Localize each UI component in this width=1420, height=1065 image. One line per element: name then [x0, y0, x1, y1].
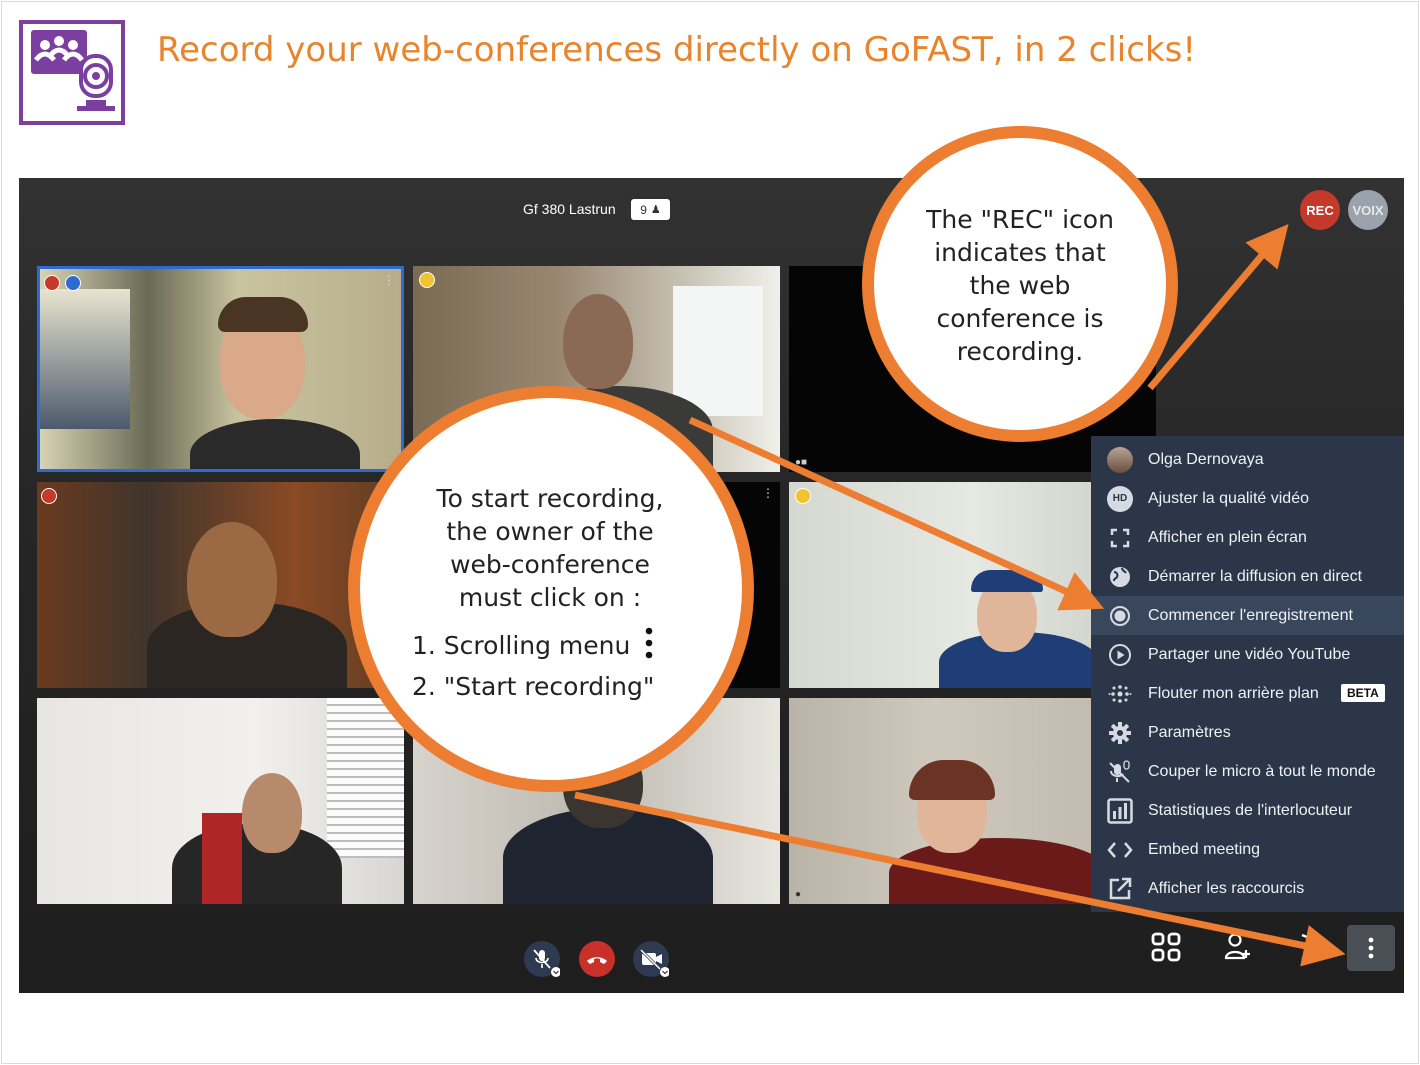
callout-step-1: 1. Scrolling menu [412, 626, 654, 660]
callout-step-2: 2. "Start recording" [412, 672, 655, 701]
arrow-to-more-button [574, 791, 1346, 967]
rec-callout-text: The "REC" icon indicates that the web co… [926, 205, 1114, 366]
vertical-ellipsis-icon [646, 627, 653, 659]
start-callout-text: To start recording, the owner of the web… [436, 484, 664, 612]
